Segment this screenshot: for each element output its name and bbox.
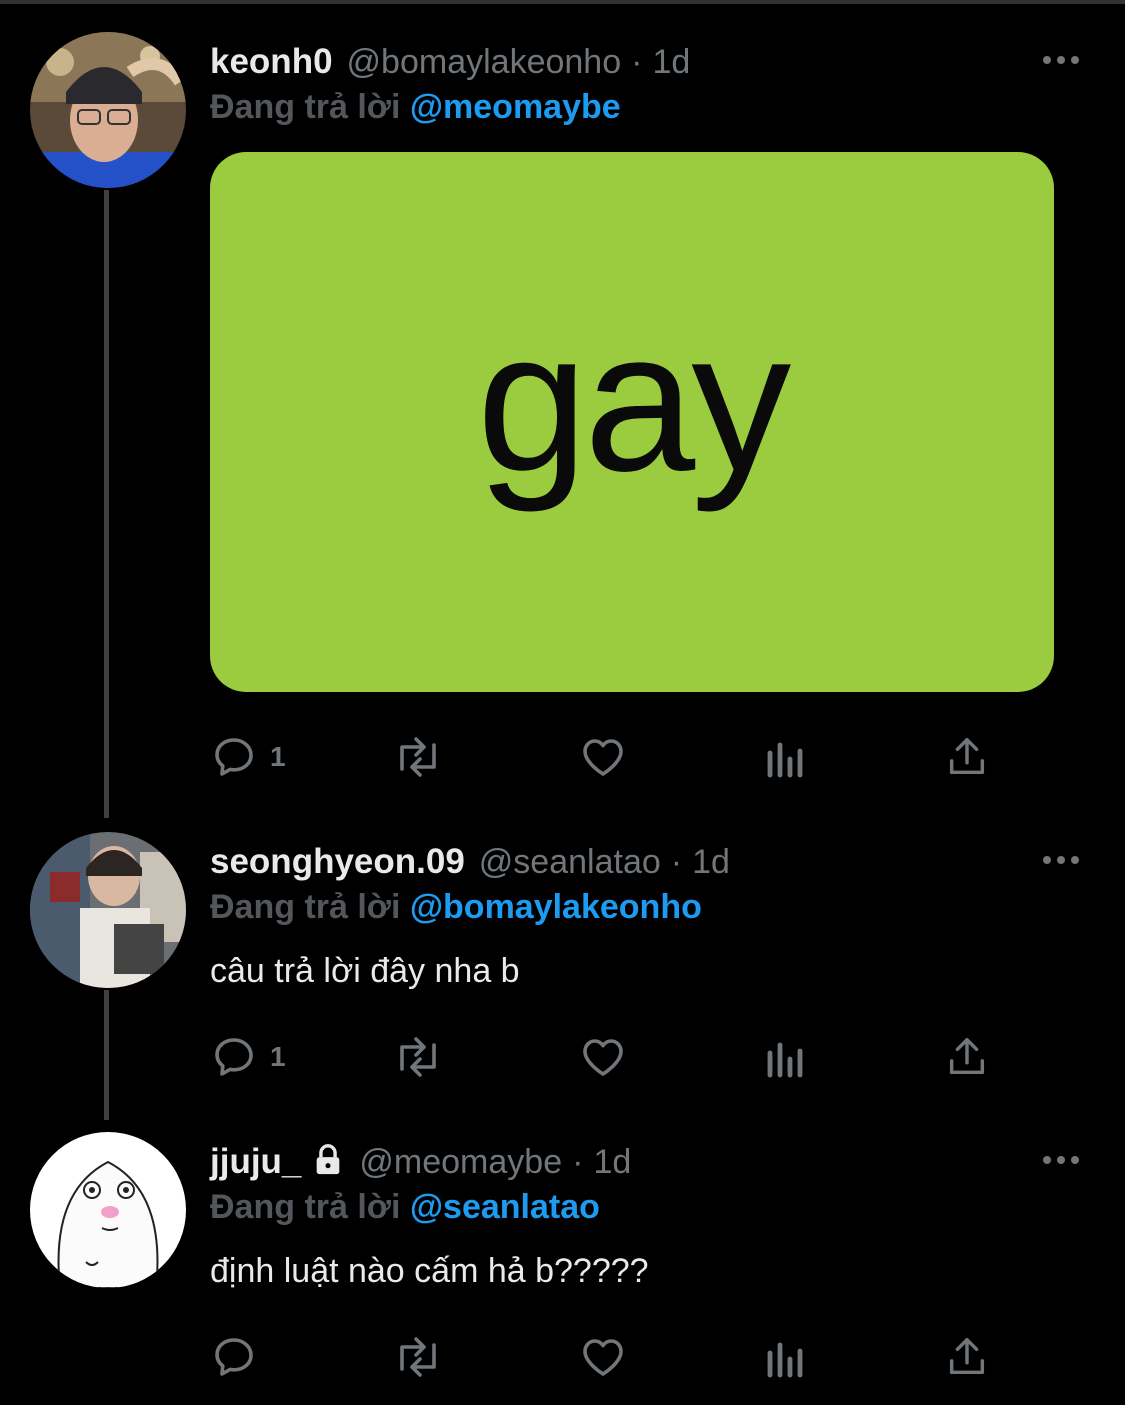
- share-upload-icon: [944, 733, 990, 781]
- retweet-icon: [390, 733, 446, 781]
- action-bar: [210, 1332, 1010, 1382]
- speech-bubble-icon: [210, 733, 258, 781]
- username-handle[interactable]: @meomaybe: [359, 1143, 562, 1182]
- share-button[interactable]: [944, 1332, 990, 1382]
- heart-icon: [578, 1033, 628, 1081]
- timestamp[interactable]: 1d: [593, 1143, 631, 1182]
- lock-icon: [311, 1143, 345, 1182]
- media-caption: gay: [476, 290, 791, 513]
- avatar[interactable]: [30, 1132, 186, 1288]
- action-bar: 1: [210, 732, 1010, 782]
- mention-link[interactable]: @bomaylakeonho: [410, 888, 702, 926]
- heart-icon: [578, 733, 628, 781]
- tweet-header: keonh0 @bomaylakeonho · 1d: [210, 32, 690, 92]
- like-button[interactable]: [578, 1332, 628, 1382]
- reply-button[interactable]: [210, 1332, 258, 1382]
- media-image[interactable]: gay: [210, 152, 1054, 692]
- views-button[interactable]: [764, 732, 808, 782]
- views-button[interactable]: [764, 1032, 808, 1082]
- tweet-text: câu trả lời đây nha b: [210, 952, 520, 990]
- timestamp[interactable]: 1d: [692, 843, 730, 882]
- share-button[interactable]: [944, 732, 990, 782]
- share-button[interactable]: [944, 1032, 990, 1082]
- action-bar: 1: [210, 1032, 1010, 1082]
- reply-button[interactable]: 1: [210, 1032, 286, 1082]
- tweet-header: jjuju_ @meomaybe · 1d: [210, 1132, 631, 1192]
- bar-chart-icon: [764, 1033, 808, 1081]
- display-name[interactable]: keonh0: [210, 42, 333, 82]
- tweet-2[interactable]: seonghyeon.09 @seanlatao · 1d Đang trả l…: [0, 832, 1125, 1102]
- retweet-button[interactable]: [390, 1032, 446, 1082]
- tweet-3[interactable]: jjuju_ @meomaybe · 1d Đang trả lời @sean…: [0, 1132, 1125, 1402]
- replying-to-line: Đang trả lời @seanlatao: [210, 1188, 600, 1227]
- username-handle[interactable]: @bomaylakeonho: [347, 43, 622, 82]
- tweet-1[interactable]: keonh0 @bomaylakeonho · 1d Đang trả lời …: [0, 32, 1125, 812]
- replying-to-line: Đang trả lời @meomaybe: [210, 88, 621, 127]
- separator-dot: ·: [670, 842, 683, 881]
- bar-chart-icon: [764, 733, 808, 781]
- timestamp[interactable]: 1d: [652, 43, 690, 82]
- replying-prefix: Đang trả lời: [210, 888, 401, 926]
- reply-count: 1: [270, 1041, 286, 1072]
- retweet-button[interactable]: [390, 1332, 446, 1382]
- avatar[interactable]: [30, 32, 186, 188]
- speech-bubble-icon: [210, 1033, 258, 1081]
- replying-prefix: Đang trả lời: [210, 1188, 401, 1226]
- mention-link[interactable]: @seanlatao: [410, 1188, 600, 1226]
- separator-dot: ·: [572, 1142, 584, 1181]
- like-button[interactable]: [578, 1032, 628, 1082]
- display-name[interactable]: jjuju_: [210, 1142, 301, 1182]
- speech-bubble-icon: [210, 1333, 258, 1381]
- reply-count: 1: [270, 741, 286, 772]
- like-button[interactable]: [578, 732, 628, 782]
- separator-dot: ·: [631, 42, 643, 81]
- username-handle[interactable]: @seanlatao: [479, 843, 661, 882]
- more-horizontal-icon[interactable]: [1041, 50, 1081, 70]
- top-divider: [0, 0, 1125, 4]
- retweet-icon: [390, 1033, 446, 1081]
- retweet-button[interactable]: [390, 732, 446, 782]
- heart-icon: [578, 1333, 628, 1381]
- display-name[interactable]: seonghyeon.09: [210, 842, 465, 882]
- replying-to-line: Đang trả lời @bomaylakeonho: [210, 888, 702, 927]
- more-horizontal-icon[interactable]: [1041, 1150, 1081, 1170]
- avatar[interactable]: [30, 832, 186, 988]
- share-upload-icon: [944, 1333, 990, 1381]
- share-upload-icon: [944, 1033, 990, 1081]
- bar-chart-icon: [764, 1333, 808, 1381]
- views-button[interactable]: [764, 1332, 808, 1382]
- mention-link[interactable]: @meomaybe: [410, 88, 621, 126]
- more-horizontal-icon[interactable]: [1041, 850, 1081, 870]
- tweet-text: định luật nào cấm hả b?????: [210, 1252, 649, 1290]
- retweet-icon: [390, 1333, 446, 1381]
- reply-button[interactable]: 1: [210, 732, 286, 782]
- replying-prefix: Đang trả lời: [210, 88, 401, 126]
- tweet-header: seonghyeon.09 @seanlatao · 1d: [210, 832, 730, 892]
